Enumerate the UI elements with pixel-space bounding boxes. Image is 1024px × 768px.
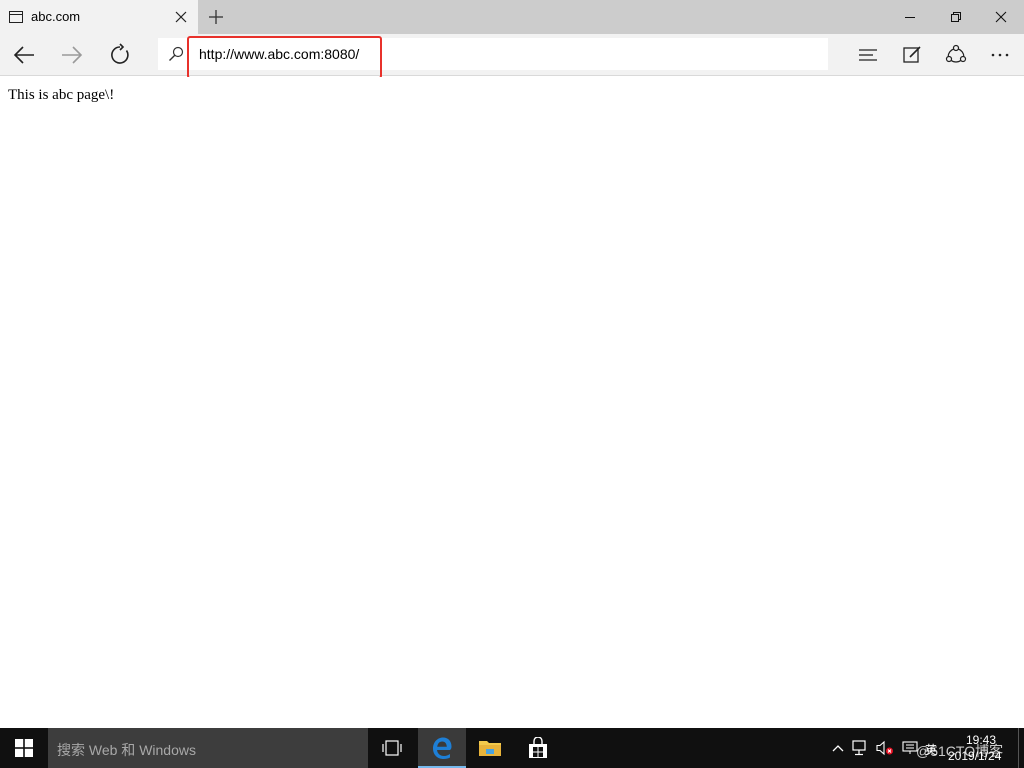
watermark-text: @51CTO博客 [916, 743, 1004, 759]
forward-button[interactable] [58, 41, 86, 69]
new-tab-plus-icon[interactable] [207, 8, 225, 26]
show-desktop-button[interactable] [1018, 728, 1024, 768]
address-url[interactable]: http://www.abc.com:8080/ [199, 46, 359, 62]
tab-title: abc.com [31, 9, 81, 24]
taskbar: 搜索 Web 和 Windows 英 19:43 2019/1/24 @51CT… [0, 728, 1024, 768]
tab-page-icon [9, 10, 23, 23]
share-button[interactable] [942, 41, 970, 69]
refresh-button[interactable] [106, 41, 134, 69]
page-body-text: This is abc page\! [8, 87, 115, 103]
web-note-button[interactable] [898, 41, 926, 69]
hub-icon [859, 49, 877, 61]
page-content: This is abc page\! [0, 77, 1024, 728]
more-button[interactable] [986, 41, 1014, 69]
file-explorer-icon [479, 741, 501, 756]
volume-button[interactable] [874, 728, 896, 768]
back-button[interactable] [10, 41, 38, 69]
task-view-icon [382, 740, 402, 756]
restore-button[interactable] [933, 0, 979, 34]
tab-close-icon[interactable] [173, 9, 189, 25]
show-hidden-icons-button[interactable] [828, 728, 848, 768]
arrow-left-icon [13, 46, 34, 64]
address-bar[interactable]: http://www.abc.com:8080/ [158, 38, 828, 70]
taskbar-search-box[interactable]: 搜索 Web 和 Windows [48, 728, 368, 768]
taskbar-edge-button[interactable] [418, 728, 466, 768]
browser-tab[interactable]: abc.com [0, 0, 198, 34]
hub-button[interactable] [854, 41, 882, 69]
window-close-button[interactable] [978, 0, 1024, 34]
taskbar-store-button[interactable] [514, 728, 562, 768]
navigation-bar: http://www.abc.com:8080/ [0, 34, 1024, 76]
search-icon [168, 46, 184, 62]
share-icon [945, 44, 967, 63]
network-icon [852, 740, 866, 756]
network-button[interactable] [850, 728, 872, 768]
web-note-icon [903, 46, 921, 63]
more-icon [991, 53, 1009, 57]
arrow-right-icon [62, 46, 83, 64]
restore-icon [951, 12, 961, 22]
edge-icon [433, 737, 452, 759]
task-view-button[interactable] [368, 728, 416, 768]
minimize-icon [905, 17, 915, 18]
store-icon [529, 737, 547, 758]
taskbar-search-placeholder: 搜索 Web 和 Windows [57, 742, 196, 758]
refresh-icon [111, 43, 129, 64]
chevron-up-icon [832, 745, 844, 752]
volume-muted-icon [876, 740, 893, 756]
close-icon [995, 11, 1007, 23]
windows-logo-icon [15, 739, 33, 757]
tab-strip: abc.com [0, 0, 1024, 34]
start-button[interactable] [0, 728, 48, 768]
taskbar-file-explorer-button[interactable] [466, 728, 514, 768]
minimize-button[interactable] [887, 0, 933, 34]
